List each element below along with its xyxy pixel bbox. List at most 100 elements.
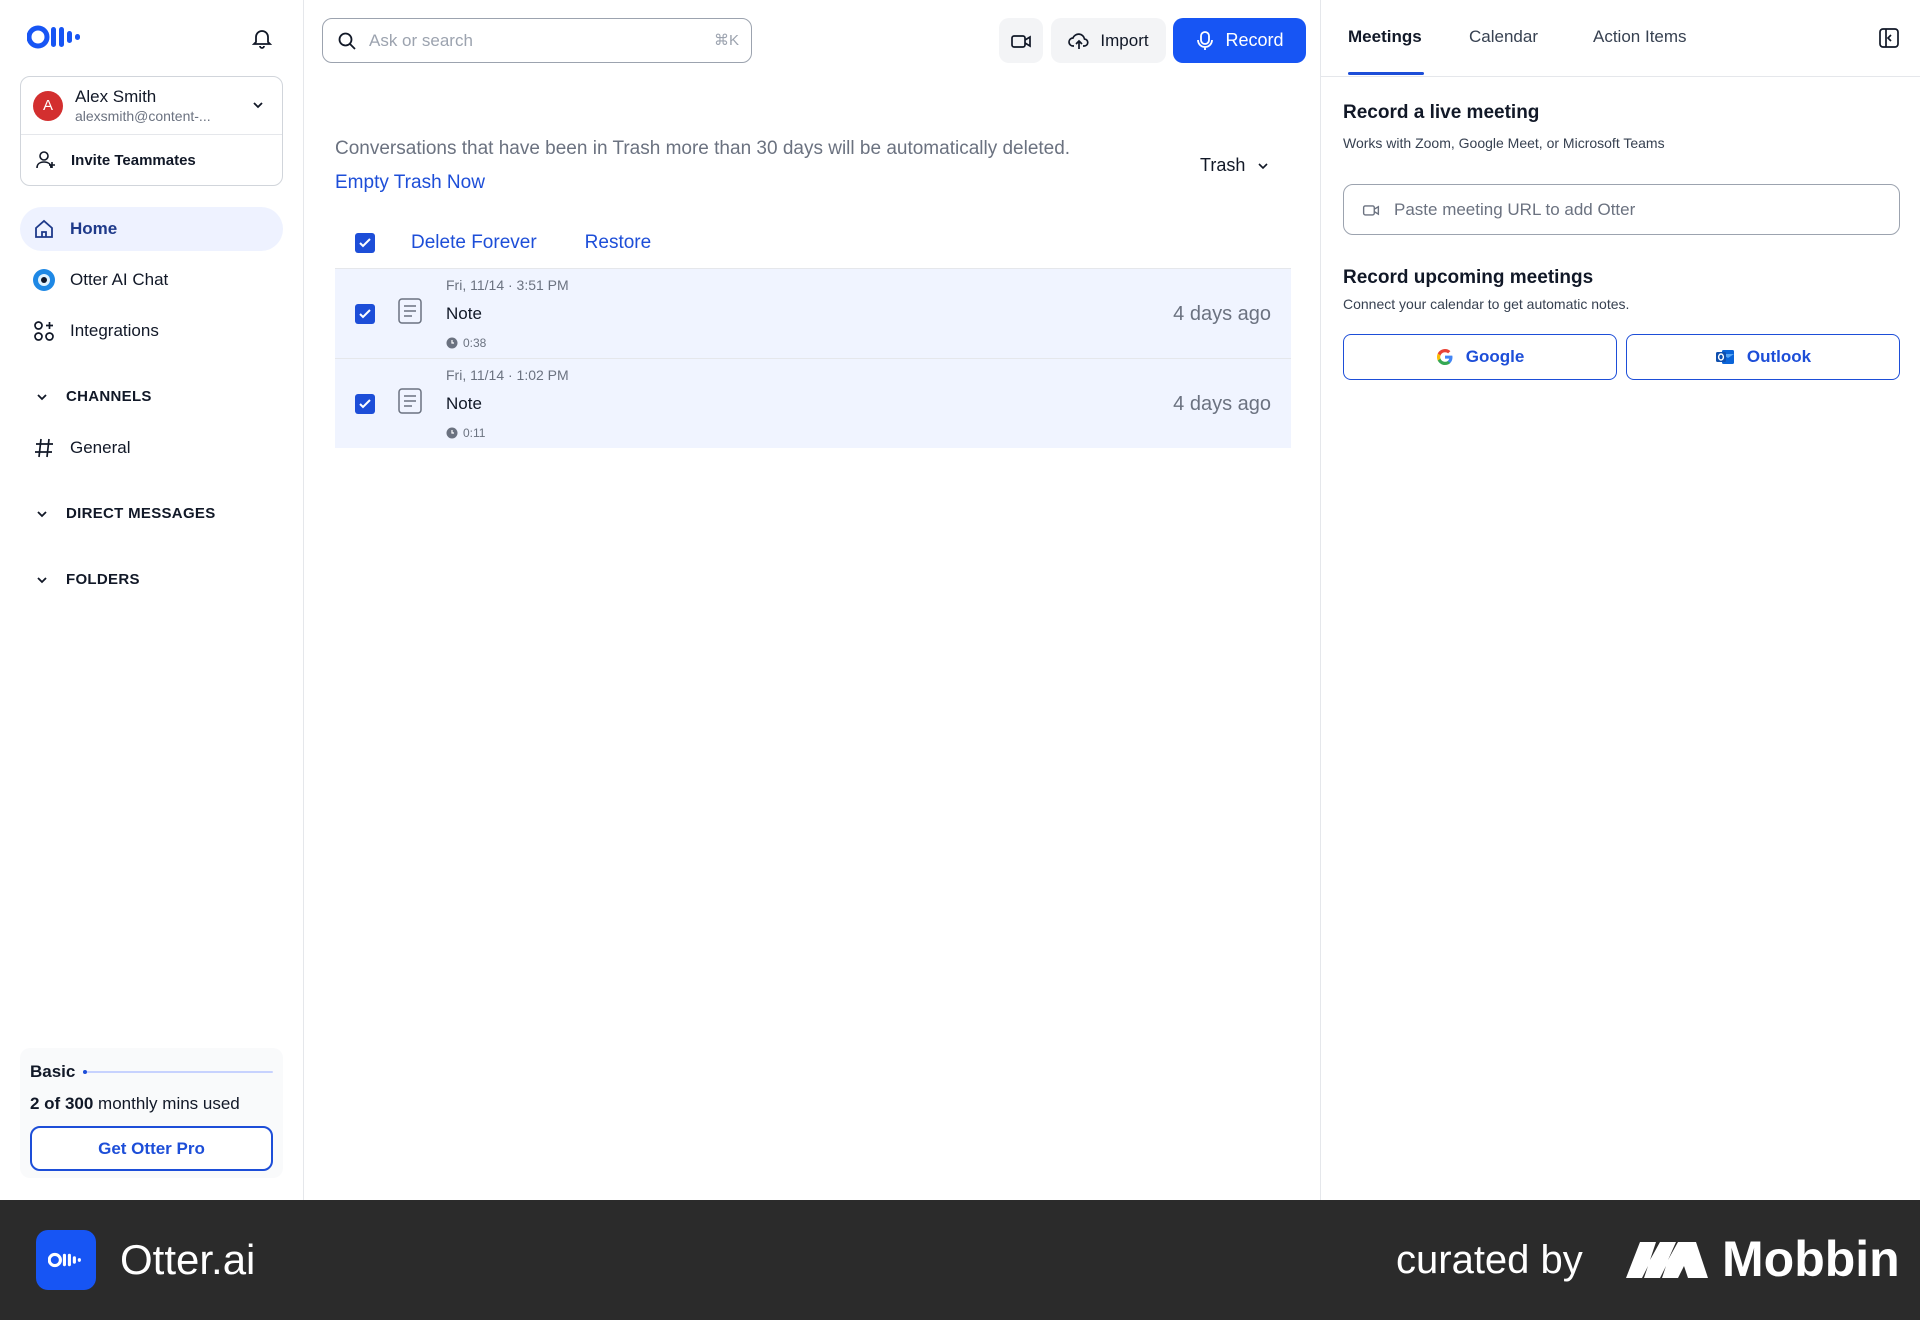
chevron-down-icon [1258, 162, 1268, 169]
sidebar: A Alex Smith alexsmith@content-... Invit… [0, 0, 304, 1200]
channels-heading: CHANNELS [66, 388, 152, 405]
sidebar-item-label: Otter AI Chat [70, 270, 169, 289]
right-panel: Meetings Calendar Action Items Record a … [1321, 0, 1920, 1200]
tab-meetings[interactable]: Meetings [1348, 27, 1422, 47]
otter-chat-icon [32, 268, 56, 292]
record-button[interactable]: Record [1173, 18, 1306, 63]
meeting-url-field[interactable] [1343, 184, 1900, 235]
home-icon [32, 217, 56, 241]
empty-trash-now-link[interactable]: Empty Trash Now [335, 172, 485, 194]
channels-section-toggle[interactable]: CHANNELS [36, 388, 152, 405]
account-name: Alex Smith [75, 86, 157, 106]
mobbin-mark-icon [1626, 1242, 1708, 1278]
import-button[interactable]: Import [1051, 18, 1166, 63]
record-upcoming-subtitle: Connect your calendar to get automatic n… [1343, 296, 1630, 312]
connect-google-button[interactable]: Google [1343, 334, 1617, 380]
invite-label: Invite Teammates [71, 151, 196, 169]
document-icon [398, 388, 422, 414]
folders-heading: FOLDERS [66, 571, 140, 588]
video-camera-icon [1362, 204, 1380, 216]
note-title: Note [446, 394, 482, 413]
plan-card: Basic 2 of 300 monthly mins used Get Ott… [20, 1048, 283, 1178]
document-icon [398, 298, 422, 324]
sidebar-item-otter-ai-chat[interactable]: Otter AI Chat [20, 258, 283, 302]
search-icon [338, 32, 356, 50]
sidebar-item-general-channel[interactable]: General [20, 426, 283, 470]
connect-outlook-button[interactable]: Outlook [1626, 334, 1900, 380]
clock-icon [446, 427, 458, 439]
mobbin-footer: Otter.ai curated by Mobbin [0, 1200, 1920, 1320]
chevron-down-icon [37, 510, 47, 517]
import-label: Import [1100, 30, 1149, 50]
row-checkbox[interactable] [355, 304, 375, 324]
search-shortcut: ⌘K [713, 32, 739, 49]
get-otter-pro-button[interactable]: Get Otter Pro [30, 1126, 273, 1171]
account-switcher[interactable]: A Alex Smith alexsmith@content-... [21, 77, 282, 135]
note-relative-time: 4 days ago [1173, 393, 1271, 415]
meeting-url-input[interactable] [1394, 199, 1874, 220]
table-row[interactable]: Fri, 11/14 · 3:51 PM Note 0:38 4 days ag… [335, 268, 1291, 358]
otter-logo-icon [27, 25, 80, 49]
usage-progress-bar [83, 1070, 273, 1074]
trash-list: Fri, 11/14 · 3:51 PM Note 0:38 4 days ag… [335, 268, 1291, 448]
chevron-down-icon [253, 102, 263, 109]
active-tab-indicator [1348, 72, 1424, 75]
select-all-checkbox[interactable] [355, 233, 375, 253]
tab-action-items[interactable]: Action Items [1593, 27, 1687, 47]
note-title: Note [446, 304, 482, 323]
note-duration: 0:38 [446, 336, 486, 350]
folders-section-toggle[interactable]: FOLDERS [36, 571, 140, 588]
trash-filter-label: Trash [1200, 155, 1246, 175]
video-meeting-button[interactable] [999, 18, 1043, 63]
outlook-label: Outlook [1746, 347, 1812, 366]
row-checkbox[interactable] [355, 394, 375, 414]
record-label: Record [1225, 30, 1284, 50]
usage-progress-fill [83, 1070, 88, 1074]
delete-forever-button[interactable]: Delete Forever [411, 232, 537, 254]
cloud-upload-icon [1068, 32, 1089, 49]
sidebar-item-home[interactable]: Home [20, 207, 283, 251]
search-box[interactable]: ⌘K [322, 18, 752, 63]
main-content: ⌘K Import Record Conversations that have… [304, 0, 1321, 1200]
bulk-actions-bar: Delete Forever Restore [355, 232, 651, 254]
avatar: A [33, 90, 63, 121]
collapse-panel-icon[interactable] [1878, 27, 1900, 49]
hashtag-icon [32, 436, 56, 460]
google-label: Google [1465, 347, 1525, 366]
sidebar-item-label: Integrations [70, 321, 159, 340]
account-card: A Alex Smith alexsmith@content-... Invit… [20, 76, 283, 186]
table-row[interactable]: Fri, 11/14 · 1:02 PM Note 0:11 4 days ag… [335, 358, 1291, 448]
note-date: Fri, 11/14 · 1:02 PM [446, 367, 569, 383]
footer-app-name: Otter.ai [120, 1236, 256, 1283]
clock-icon [446, 337, 458, 349]
restore-button[interactable]: Restore [585, 232, 652, 254]
tab-calendar[interactable]: Calendar [1469, 27, 1538, 47]
trash-retention-notice: Conversations that have been in Trash mo… [335, 138, 1071, 159]
invite-teammates-button[interactable]: Invite Teammates [21, 135, 282, 185]
note-duration: 0:11 [446, 426, 485, 440]
sidebar-item-label: General [70, 438, 131, 457]
notifications-bell-icon[interactable] [250, 26, 274, 50]
mobbin-logo: Mobbin [1626, 1230, 1900, 1288]
otter-app-icon [36, 1230, 96, 1290]
otter-logo[interactable] [27, 25, 85, 49]
microphone-icon [1197, 30, 1214, 50]
video-camera-icon [1011, 34, 1031, 48]
footer-curated-by: curated by [1396, 1238, 1583, 1282]
plan-usage-text: 2 of 300 monthly mins used [30, 1094, 240, 1113]
outlook-icon [1715, 350, 1734, 364]
trash-filter-dropdown[interactable]: Trash [1200, 155, 1269, 176]
direct-messages-section-toggle[interactable]: DIRECT MESSAGES [36, 505, 216, 522]
app-window: A Alex Smith alexsmith@content-... Invit… [0, 0, 1920, 1200]
sidebar-item-integrations[interactable]: Integrations [20, 309, 283, 353]
record-upcoming-heading: Record upcoming meetings [1343, 267, 1594, 288]
search-input[interactable] [369, 30, 699, 51]
note-relative-time: 4 days ago [1173, 303, 1271, 325]
add-user-icon [36, 151, 55, 169]
record-live-heading: Record a live meeting [1343, 102, 1540, 123]
note-date: Fri, 11/14 · 3:51 PM [446, 277, 569, 293]
integrations-icon [32, 319, 56, 343]
checkmark-icon [359, 309, 371, 319]
checkmark-icon [359, 399, 371, 409]
record-live-subtitle: Works with Zoom, Google Meet, or Microso… [1343, 135, 1665, 151]
